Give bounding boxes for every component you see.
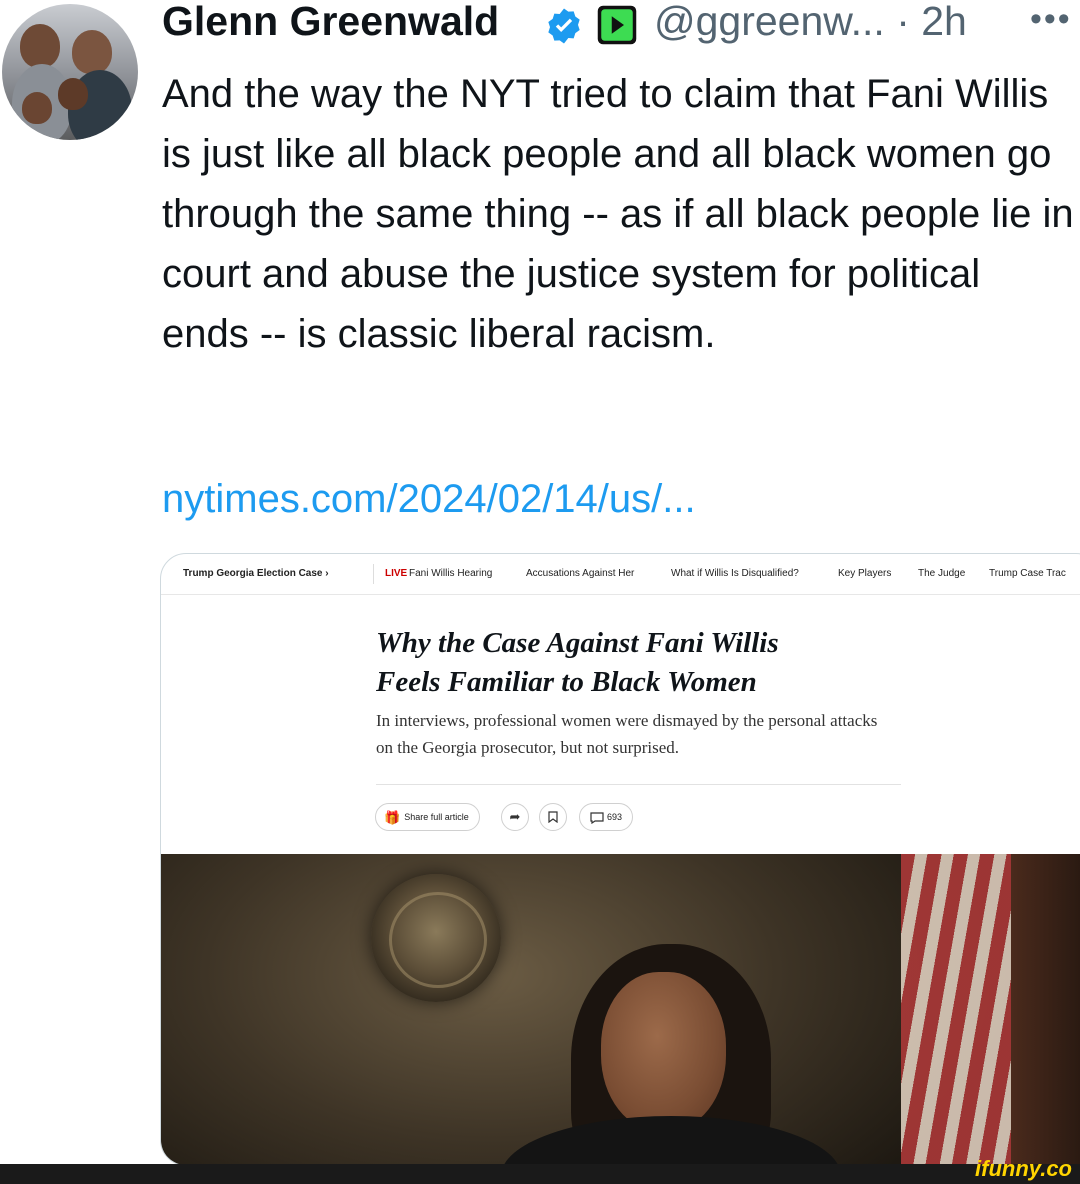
article-summary: In interviews, professional women were d… <box>376 711 878 757</box>
headline-line-1: Why the Case Against Fani Willis <box>376 627 779 659</box>
nav-item[interactable]: The Judge <box>918 568 965 579</box>
author-name[interactable]: Glenn Greenwald <box>162 0 499 45</box>
share-arrow-icon[interactable]: ➦ <box>501 803 529 831</box>
link-preview-card[interactable]: Trump Georgia Election Case › LIVE Fani … <box>160 553 1080 1166</box>
divider <box>376 784 901 785</box>
share-full-article-button[interactable]: 🎁 Share full article <box>375 803 480 831</box>
avatar[interactable] <box>2 4 138 140</box>
portrait-face <box>601 972 726 1132</box>
watermark-bar <box>0 1164 1080 1184</box>
article-headline[interactable]: Why the Case Against Fani Willis Feels F… <box>376 624 896 702</box>
portrait-body <box>501 1116 841 1165</box>
nav-item[interactable]: Trump Case Trac <box>989 568 1066 579</box>
share-label: Share full article <box>404 812 469 822</box>
handle-and-time[interactable]: @ggreenw... · 2h <box>654 0 967 45</box>
verified-icon <box>548 8 580 44</box>
nav-live-badge: LIVE <box>385 568 408 579</box>
curtain <box>1011 854 1080 1165</box>
watermark: ifunny.co <box>975 1156 1072 1181</box>
article-link[interactable]: nytimes.com/2024/02/14/us/... <box>162 477 696 522</box>
nav-item[interactable]: Key Players <box>838 568 891 579</box>
american-flag <box>901 854 1011 1165</box>
comment-icon <box>590 812 604 824</box>
court-seal <box>371 874 501 1002</box>
comment-count: 693 <box>607 812 623 822</box>
tweet-text: And the way the NYT tried to claim that … <box>162 72 1074 356</box>
article-photo <box>161 854 1080 1165</box>
comments-button[interactable]: 693 <box>579 803 634 831</box>
nav-item[interactable]: Fani Willis Hearing <box>409 568 492 579</box>
more-icon[interactable]: ••• <box>1030 0 1072 39</box>
nav-item[interactable]: Accusations Against Her <box>526 568 634 579</box>
nav-section-label[interactable]: Trump Georgia Election Case › <box>183 568 329 579</box>
article-nav-bar: Trump Georgia Election Case › LIVE Fani … <box>161 554 1080 595</box>
affiliate-badge-icon <box>597 5 637 45</box>
nav-item[interactable]: What if Willis Is Disqualified? <box>671 568 799 579</box>
nav-divider <box>373 564 374 584</box>
headline-line-2: Feels Familiar to Black Women <box>376 666 757 698</box>
bookmark-icon[interactable] <box>539 803 567 831</box>
gift-icon: 🎁 <box>384 809 401 825</box>
